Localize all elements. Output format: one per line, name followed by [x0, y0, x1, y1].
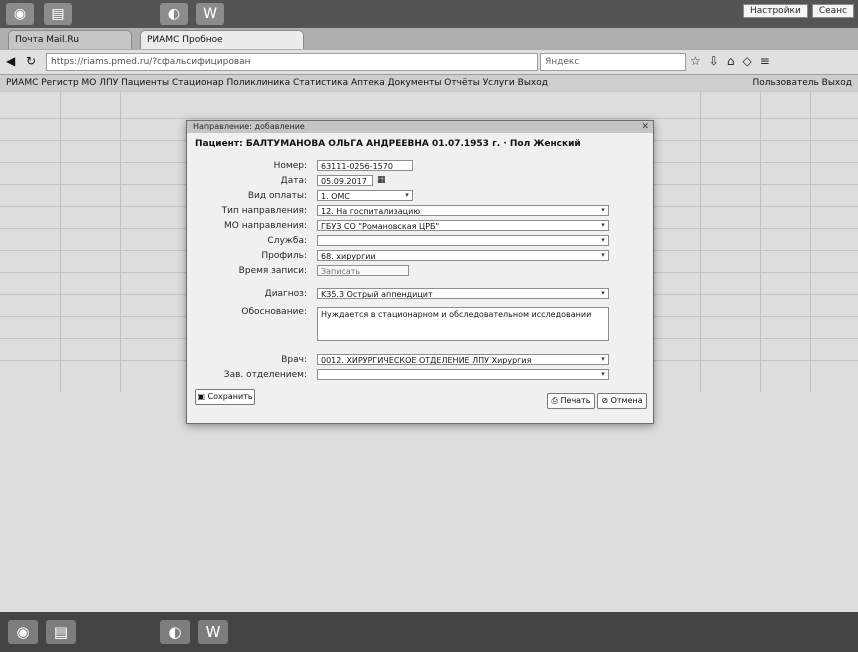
chevron-down-icon[interactable]: ▾ — [598, 221, 608, 230]
target-mo-select[interactable]: ГБУЗ СО "Романовская ЦРБ" ▾ — [317, 220, 609, 231]
search-input[interactable]: Яндекс — [540, 53, 686, 71]
word-icon[interactable]: W — [196, 3, 224, 25]
chevron-down-icon[interactable]: ▾ — [598, 251, 608, 260]
bg-grid-line — [60, 92, 61, 392]
service-select[interactable]: ▾ — [317, 235, 609, 246]
chevron-down-icon[interactable]: ▾ — [598, 206, 608, 215]
star-icon[interactable]: ☆ — [690, 54, 701, 68]
dialog-title: Направление: добавление — [187, 121, 653, 133]
payment-type-select[interactable]: 1. ОМС ▾ — [317, 190, 413, 201]
cancel-button-label: Отмена — [610, 396, 643, 405]
reload-icon[interactable]: ↻ — [26, 54, 36, 68]
menu-icon[interactable]: ≡ — [760, 54, 770, 68]
start-icon[interactable]: ◉ — [6, 3, 34, 25]
bg-grid-line — [700, 92, 701, 392]
chevron-down-icon[interactable]: ▾ — [598, 289, 608, 298]
calendar-icon[interactable]: ▦ — [377, 175, 386, 185]
user-menu[interactable]: Пользователь Выход — [753, 75, 852, 91]
date-field[interactable]: 05.09.2017 — [317, 175, 373, 186]
referral-type-label: Тип направления: — [221, 206, 307, 216]
print-button[interactable]: ⎙ Печать — [547, 393, 595, 409]
browser-tabbar: Почта Mail.Ru РИАМС Пробное — [0, 28, 858, 50]
site-menubar: РИАМС Регистр МО ЛПУ Пациенты Стационар … — [0, 75, 858, 91]
home-icon[interactable]: ⌂ — [727, 54, 735, 68]
number-field[interactable]: 63111-0256-1570 — [317, 160, 413, 171]
tab-riams[interactable]: РИАМС Пробное — [140, 30, 304, 49]
target-mo-value: ГБУЗ СО "Романовская ЦРБ" — [321, 222, 440, 231]
folder-icon[interactable]: ▤ — [44, 3, 72, 25]
referral-dialog: Направление: добавление ✕ Пациент: БАЛТУ… — [186, 120, 654, 424]
cancel-button[interactable]: ⊘ Отмена — [597, 393, 647, 409]
referral-type-select[interactable]: 12. На госпитализацию ▾ — [317, 205, 609, 216]
bottom-taskbar: ◉ ▤ ◐ W — [0, 612, 858, 652]
cancel-icon: ⊘ — [601, 396, 611, 405]
justification-textarea[interactable]: Нуждается в стационарном и обследователь… — [317, 307, 609, 341]
payment-type-label: Вид оплаты: — [247, 191, 307, 201]
shield-icon[interactable]: ◇ — [742, 54, 751, 68]
tab-mail[interactable]: Почта Mail.Ru — [8, 30, 132, 49]
justification-label: Обоснование: — [241, 307, 307, 317]
download-icon[interactable]: ⇩ — [709, 54, 719, 68]
chevron-down-icon[interactable]: ▾ — [402, 191, 412, 200]
top-right-buttons: Настройки Сеанс — [743, 4, 854, 18]
bg-grid-line — [120, 92, 121, 392]
folder-icon[interactable]: ▤ — [46, 620, 76, 644]
save-icon: ▣ — [197, 392, 208, 401]
top-taskbar: ◉ ▤ ◐ W Настройки Сеанс — [0, 0, 858, 28]
close-icon[interactable]: ✕ — [641, 121, 649, 133]
bg-grid-line — [810, 92, 811, 392]
payment-type-value: 1. ОМС — [321, 192, 350, 201]
back-icon[interactable]: ◀ — [6, 54, 15, 68]
doctor-label: Врач: — [281, 355, 307, 365]
diagnosis-label: Диагноз: — [264, 289, 307, 299]
service-label: Служба: — [267, 236, 307, 246]
head-of-dept-label: Зав. отделением: — [223, 370, 307, 380]
doctor-value: 0012. ХИРУРГИЧЕСКОЕ ОТДЕЛЕНИЕ ЛПУ Хирург… — [321, 356, 532, 365]
print-button-label: Печать — [560, 396, 591, 405]
profile-label: Профиль: — [261, 251, 307, 261]
date-label: Дата: — [280, 176, 307, 186]
session-button[interactable]: Сеанс — [811, 4, 854, 18]
diagnosis-select[interactable]: K35.3 Острый аппендицит ▾ — [317, 288, 609, 299]
number-label: Номер: — [273, 161, 307, 171]
save-button-label: Сохранить — [207, 392, 253, 401]
record-time-field[interactable]: Записать — [317, 265, 409, 276]
diagnosis-value: K35.3 Острый аппендицит — [321, 290, 433, 299]
browser-icon[interactable]: ◐ — [160, 620, 190, 644]
head-of-dept-select[interactable]: ▾ — [317, 369, 609, 380]
settings-button[interactable]: Настройки — [743, 4, 808, 18]
patient-heading: Пациент: БАЛТУМАНОВА ОЛЬГА АНДРЕЕВНА 01.… — [195, 139, 581, 149]
chevron-down-icon[interactable]: ▾ — [598, 236, 608, 245]
save-button[interactable]: ▣ Сохранить — [195, 389, 255, 405]
start-icon[interactable]: ◉ — [8, 620, 38, 644]
profile-select[interactable]: 68. хирургии ▾ — [317, 250, 609, 261]
nav-icons: ☆ ⇩ ⌂ ◇ ≡ — [690, 54, 770, 68]
site-menu[interactable]: РИАМС Регистр МО ЛПУ Пациенты Стационар … — [6, 75, 548, 91]
profile-value: 68. хирургии — [321, 252, 376, 261]
record-time-label: Время записи: — [238, 266, 307, 276]
word-icon[interactable]: W — [198, 620, 228, 644]
bg-grid-line — [760, 92, 761, 392]
target-mo-label: МО направления: — [224, 221, 307, 231]
url-input[interactable]: https://riams.pmed.ru/?сфальсифицирован — [46, 53, 538, 71]
bg-grid-line — [0, 118, 858, 119]
chevron-down-icon[interactable]: ▾ — [598, 355, 608, 364]
browser-icon[interactable]: ◐ — [160, 3, 188, 25]
doctor-select[interactable]: 0012. ХИРУРГИЧЕСКОЕ ОТДЕЛЕНИЕ ЛПУ Хирург… — [317, 354, 609, 365]
chevron-down-icon[interactable]: ▾ — [598, 370, 608, 379]
address-row: ◀ ↻ https://riams.pmed.ru/?сфальсифициро… — [0, 50, 858, 75]
print-icon: ⎙ — [551, 396, 561, 405]
referral-type-value: 12. На госпитализацию — [321, 207, 421, 216]
